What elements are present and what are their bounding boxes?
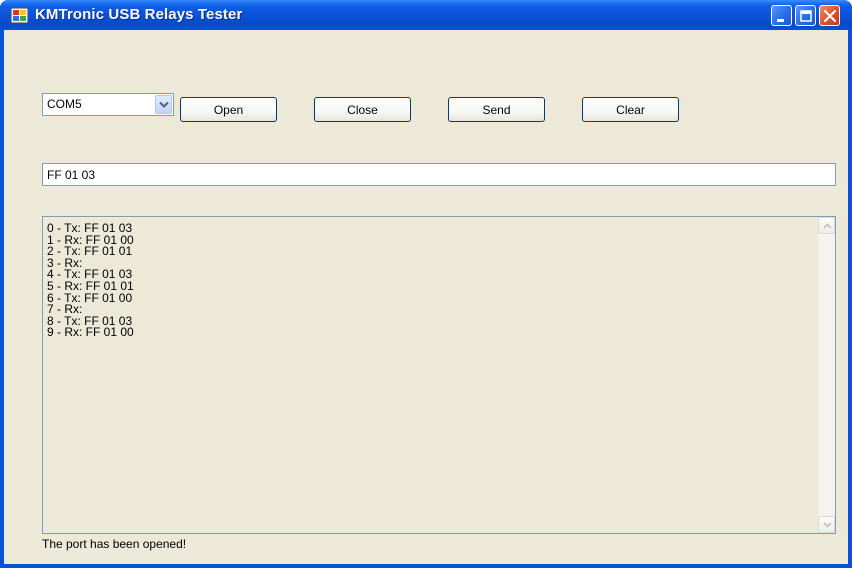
chevron-down-icon <box>823 522 832 528</box>
minimize-icon <box>777 19 784 22</box>
client-area: COM5 Open Close Send Clear 0 - Tx: FF 01… <box>4 30 848 564</box>
close-button[interactable]: Close <box>314 97 411 122</box>
chevron-down-icon <box>159 101 169 108</box>
window-title: KMTronic USB Relays Tester <box>35 6 243 23</box>
command-input[interactable] <box>42 163 836 186</box>
status-text: The port has been opened! <box>42 537 187 551</box>
log-lines: 0 - Tx: FF 01 03 1 - Rx: FF 01 00 2 - Tx: … <box>47 222 134 340</box>
chevron-up-icon <box>823 223 832 229</box>
maximize-icon <box>800 10 812 22</box>
scroll-down-button[interactable] <box>818 516 835 533</box>
log-textarea[interactable]: 0 - Tx: FF 01 03 1 - Rx: FF 01 00 2 - Tx: … <box>42 216 836 534</box>
app-icon <box>11 8 28 23</box>
window-bottom-border <box>0 564 852 568</box>
scroll-up-button[interactable] <box>818 217 835 234</box>
close-icon <box>823 9 837 23</box>
port-select-value: COM5 <box>47 97 82 111</box>
port-select-dropdown-button[interactable] <box>155 95 172 114</box>
log-line: 9 - Rx: FF 01 00 <box>47 325 134 340</box>
maximize-button[interactable] <box>795 5 816 26</box>
minimize-button[interactable] <box>771 5 792 26</box>
send-button[interactable]: Send <box>448 97 545 122</box>
clear-button[interactable]: Clear <box>582 97 679 122</box>
title-bar[interactable]: KMTronic USB Relays Tester <box>0 0 852 30</box>
open-button[interactable]: Open <box>180 97 277 122</box>
log-scrollbar[interactable] <box>818 217 835 533</box>
app-window: KMTronic USB Relays Tester COM5 Open Clo… <box>0 0 852 568</box>
close-window-button[interactable] <box>819 5 840 26</box>
port-select[interactable]: COM5 <box>42 93 174 116</box>
